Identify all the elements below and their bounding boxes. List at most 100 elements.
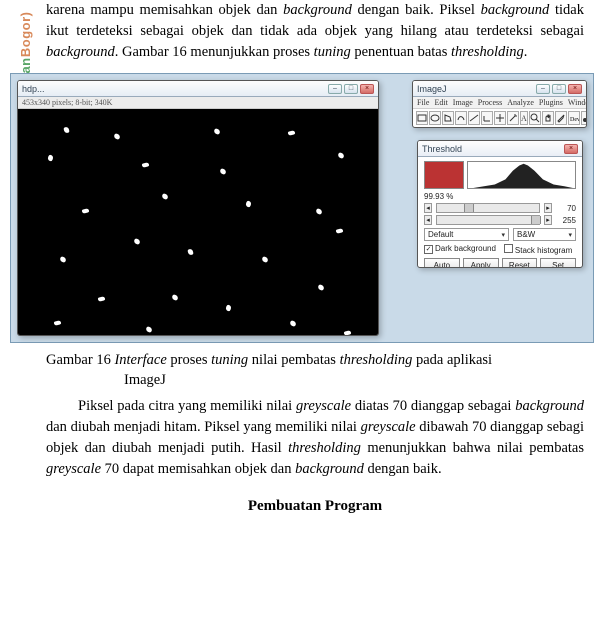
text: dengan baik.: [364, 461, 442, 477]
particle-blob: [337, 152, 344, 159]
line-tool[interactable]: [468, 111, 480, 125]
max-slider[interactable]: [436, 215, 540, 225]
close-button[interactable]: ×: [360, 84, 374, 94]
text-tool[interactable]: A: [520, 111, 528, 125]
angle-tool[interactable]: [481, 111, 493, 125]
paragraph-intro: karena mampu memisahkan objek dan backgr…: [46, 0, 584, 63]
particle-blob: [59, 256, 66, 263]
threshold-percent: 99.93 %: [424, 192, 576, 201]
minimize-button[interactable]: –: [328, 84, 342, 94]
chevron-down-icon: ▾: [501, 231, 505, 239]
slider-left-button[interactable]: ◂: [424, 215, 432, 225]
figure-screenshot: hdp... – □ × 453x340 pixels; 8-bit; 340K…: [10, 73, 594, 343]
brush-tool[interactable]: [581, 111, 587, 125]
text: 70 dapat memisahkan objek dan: [101, 461, 295, 477]
close-button[interactable]: ×: [568, 84, 582, 94]
imagej-toolbar: A Dev ≫: [413, 109, 586, 127]
text: penentuan batas: [351, 44, 451, 60]
text-italic: greyscale: [46, 461, 101, 477]
caption-text: tuning: [211, 352, 248, 368]
maximize-button[interactable]: □: [552, 84, 566, 94]
caption-text: pada aplikasi: [412, 352, 492, 368]
method-dropdown[interactable]: Default ▾: [424, 228, 509, 241]
freehand-tool[interactable]: [455, 111, 467, 125]
particle-blob: [54, 320, 62, 326]
point-tool[interactable]: [494, 111, 506, 125]
text-italic: background: [46, 44, 115, 60]
text: menunjukkan bahwa nilai pembatas: [361, 440, 584, 456]
maximize-button[interactable]: □: [344, 84, 358, 94]
threshold-body: 99.93 % ◂ ▸ 70 ◂ ▸ 255 Default▾ B&W▾ ✓Da…: [418, 157, 582, 268]
min-value: 70: [556, 204, 576, 213]
min-slider[interactable]: [436, 203, 540, 213]
rect-select-tool[interactable]: [416, 111, 428, 125]
menu-item[interactable]: Edit: [434, 98, 447, 107]
text: . Gambar 16 menunjukkan proses: [115, 44, 314, 60]
set-button[interactable]: Set: [540, 258, 576, 268]
particle-blob: [161, 193, 168, 200]
stack-histogram-checkbox[interactable]: Stack histogram: [504, 244, 572, 255]
imagej-window: ImageJ – □ × File Edit Image Process Ana…: [412, 80, 587, 128]
slider-right-button[interactable]: ▸: [544, 215, 552, 225]
hand-tool[interactable]: [542, 111, 554, 125]
wand-tool[interactable]: [507, 111, 519, 125]
checkbox-row: ✓Dark background Stack histogram: [424, 244, 576, 255]
text-italic: thresholding: [451, 44, 524, 60]
slider-left-button[interactable]: ◂: [424, 203, 432, 213]
dialog-buttons: Auto Apply Reset Set: [424, 258, 576, 268]
reset-button[interactable]: Reset: [502, 258, 538, 268]
image-window-titlebar: hdp... – □ ×: [18, 81, 378, 97]
image-info-text: 453x340 pixels; 8-bit; 340K: [22, 98, 112, 107]
dropdown-value: Default: [428, 230, 453, 239]
oval-select-tool[interactable]: [429, 111, 441, 125]
menu-item[interactable]: Plugins: [539, 98, 563, 107]
menu-item[interactable]: Image: [453, 98, 473, 107]
close-button[interactable]: ×: [564, 144, 578, 154]
svg-text:Dev: Dev: [570, 117, 579, 123]
particle-blob: [225, 304, 232, 311]
particle-blob: [219, 168, 226, 175]
dropper-tool[interactable]: [555, 111, 567, 125]
text: Piksel pada citra yang memiliki nilai: [78, 398, 296, 414]
threshold-titlebar: Threshold ×: [418, 141, 582, 157]
text: karena mampu memisahkan objek dan: [46, 2, 283, 18]
text-italic: greyscale: [296, 398, 351, 414]
caption-line2: ImageJ: [46, 371, 584, 391]
wm-seg: Bogor): [18, 12, 33, 58]
image-info-bar: 453x340 pixels; 8-bit; 340K: [18, 97, 378, 109]
dropdown-row: Default ▾ B&W▾: [424, 228, 576, 241]
menu-item[interactable]: File: [417, 98, 429, 107]
image-window-title: hdp...: [22, 84, 45, 94]
text: dengan baik. Piksel: [352, 2, 481, 18]
minimize-button[interactable]: –: [536, 84, 550, 94]
text-italic: background: [295, 461, 364, 477]
display-dropdown[interactable]: B&W▾: [513, 228, 576, 241]
particle-blob: [317, 284, 324, 291]
particle-blob: [261, 256, 268, 263]
particle-blob: [315, 208, 322, 215]
slider-thumb[interactable]: [531, 216, 541, 224]
menu-item[interactable]: Window: [568, 98, 587, 107]
zoom-tool[interactable]: [529, 111, 541, 125]
menu-item[interactable]: Process: [478, 98, 502, 107]
slider-right-button[interactable]: ▸: [544, 203, 552, 213]
dark-background-checkbox[interactable]: ✓Dark background: [424, 244, 496, 255]
text-italic: thresholding: [288, 440, 361, 456]
text-italic: background: [481, 2, 550, 18]
apply-button[interactable]: Apply: [463, 258, 499, 268]
image-canvas: [18, 109, 378, 335]
polygon-tool[interactable]: [442, 111, 454, 125]
text: .: [524, 44, 528, 60]
window-buttons: ×: [564, 144, 578, 154]
checkbox-label: Dark background: [435, 244, 496, 253]
text: dan diubah menjadi hitam. Piksel yang me…: [46, 419, 361, 435]
dev-tool[interactable]: Dev: [568, 111, 580, 125]
particle-blob: [98, 296, 106, 302]
text-italic: background: [283, 2, 352, 18]
particle-blob: [289, 320, 296, 327]
slider-thumb[interactable]: [464, 204, 474, 212]
menu-item[interactable]: Analyze: [507, 98, 534, 107]
auto-button[interactable]: Auto: [424, 258, 460, 268]
checkbox-icon: ✓: [424, 245, 433, 254]
particle-blob: [171, 294, 178, 301]
